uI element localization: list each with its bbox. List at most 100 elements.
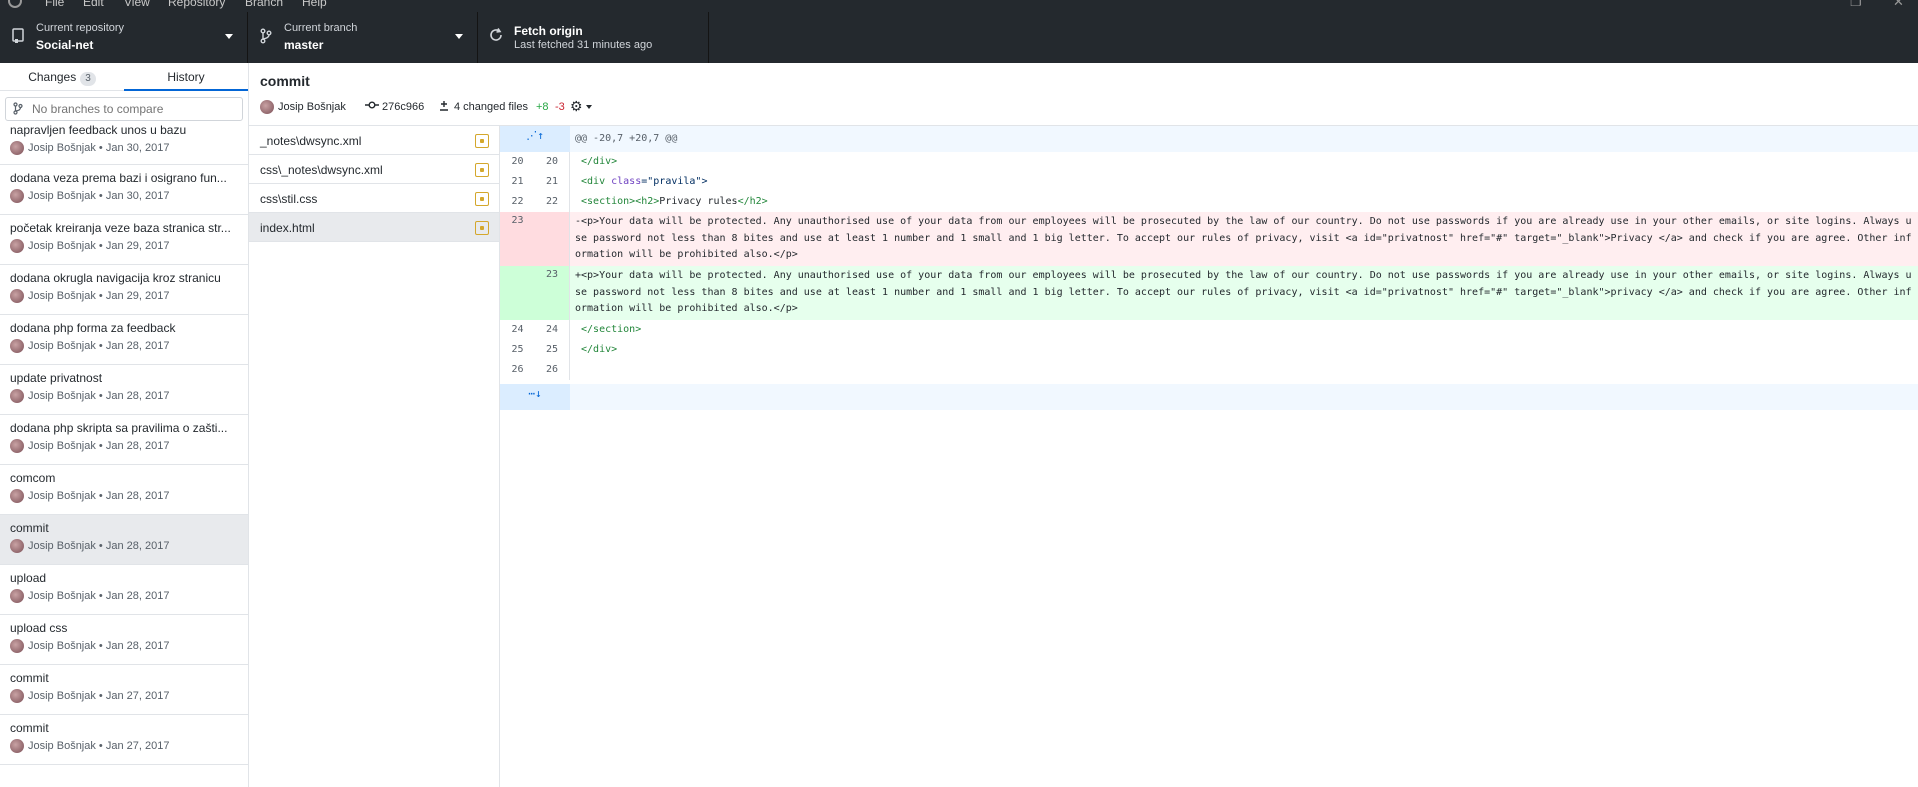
commit-summary: upload css xyxy=(10,621,68,635)
avatar xyxy=(10,141,24,155)
branch-name: master xyxy=(284,38,324,52)
new-line-number: 23 xyxy=(535,266,570,320)
commit-list-item-selected[interactable]: commit Josip Bošnjak • Jan 28, 2017 xyxy=(0,515,248,565)
commit-meta: Josip Bošnjak • Jan 28, 2017 xyxy=(28,390,170,402)
menu-file[interactable]: File xyxy=(45,0,64,9)
branch-compare-field[interactable] xyxy=(5,97,243,121)
diff-code: </section> xyxy=(575,320,1918,340)
tab-history-label: History xyxy=(167,70,205,84)
tab-history[interactable]: History xyxy=(124,63,248,91)
sync-icon xyxy=(488,28,504,46)
menu-help[interactable]: Help xyxy=(302,0,327,9)
git-commit-icon xyxy=(365,100,379,113)
commit-author: Josip Bošnjak xyxy=(278,101,346,113)
file-modified-icon xyxy=(475,134,489,148)
old-line-number: 25 xyxy=(511,344,524,355)
commit-list-item[interactable]: upload Josip Bošnjak • Jan 28, 2017 xyxy=(0,565,248,615)
branch-compare-input[interactable] xyxy=(32,101,232,117)
code-line: -<p>Your data will be protected. Any una… xyxy=(575,216,1912,227)
code-token: Privacy rules xyxy=(659,196,738,207)
commit-list-item[interactable]: update privatnost Josip Bošnjak • Jan 28… xyxy=(0,365,248,415)
diff-context-line: 26 26 xyxy=(500,360,1918,380)
hunk-header-row: ⋰↑ @@ -20,7 +20,7 @@ xyxy=(500,126,1918,152)
commit-list-item[interactable]: commit Josip Bošnjak • Jan 27, 2017 xyxy=(0,715,248,765)
menu-branch[interactable]: Branch xyxy=(245,0,283,9)
current-branch-button[interactable]: Current branch master xyxy=(248,12,478,63)
avatar xyxy=(260,100,274,114)
new-line-number: 26 xyxy=(535,360,570,380)
expand-down-button[interactable]: ⋯↓ xyxy=(500,384,570,410)
commit-meta: Josip Bošnjak • Jan 28, 2017 xyxy=(28,590,170,602)
commit-list-item[interactable]: napravljen feedback unos u bazu Josip Bo… xyxy=(0,123,248,165)
old-line-number: 23 xyxy=(500,212,535,266)
toolbar: Current repository Social-net Current br… xyxy=(0,12,1918,63)
file-list-item[interactable]: css\stil.css xyxy=(249,184,499,213)
fetch-origin-button[interactable]: Fetch origin Last fetched 31 minutes ago xyxy=(478,12,709,63)
expand-down-icon: ⋯↓ xyxy=(528,387,542,400)
commit-list: napravljen feedback unos u bazu Josip Bo… xyxy=(0,123,248,765)
commit-meta: Josip Bošnjak • Jan 29, 2017 xyxy=(28,290,170,302)
chevron-down-icon xyxy=(225,34,233,39)
new-line-number: 21 xyxy=(535,172,570,192)
close-icon[interactable]: ✕ xyxy=(1893,0,1904,10)
diff-code: <div class="pravila"> xyxy=(575,172,1918,192)
commit-summary: update privatnost xyxy=(10,371,103,385)
changed-files-list: _notes\dwsync.xml css\_notes\dwsync.xml … xyxy=(249,126,500,787)
file-list-item-selected[interactable]: index.html xyxy=(249,213,499,242)
diff-context-line: 25 25 </div> xyxy=(500,340,1918,360)
avatar xyxy=(10,539,24,553)
code-token: <section><h2> xyxy=(575,196,660,207)
avatar xyxy=(10,339,24,353)
branch-icon xyxy=(13,102,23,118)
menu-repository[interactable]: Repository xyxy=(168,0,225,9)
avatar xyxy=(10,489,24,503)
commit-list-item[interactable]: upload css Josip Bošnjak • Jan 28, 2017 xyxy=(0,615,248,665)
commit-meta: Josip Bošnjak • Jan 28, 2017 xyxy=(28,340,170,352)
repository-name: Social-net xyxy=(36,38,94,52)
commit-summary: početak kreiranja veze baza stranica str… xyxy=(10,221,231,235)
avatar xyxy=(10,739,24,753)
old-line-number: 20 xyxy=(511,156,524,167)
gear-icon[interactable]: ⚙ xyxy=(570,98,583,115)
current-repository-button[interactable]: Current repository Social-net xyxy=(0,12,248,63)
restore-icon[interactable]: ❐ xyxy=(1850,0,1862,10)
diff-context-line: 21 21 <div class="pravila"> xyxy=(500,172,1918,192)
menu-edit[interactable]: Edit xyxy=(83,0,104,9)
chevron-down-icon xyxy=(455,34,463,39)
commit-list-item[interactable]: početak kreiranja veze baza stranica str… xyxy=(0,215,248,265)
chevron-down-icon[interactable] xyxy=(586,105,592,109)
branch-icon xyxy=(258,28,274,46)
diff-code: </div> xyxy=(575,340,1918,360)
diff-code: -<p>Your data will be protected. Any una… xyxy=(575,212,1918,264)
commit-list-item[interactable]: dodana okrugla navigacija kroz stranicu … xyxy=(0,265,248,315)
expand-up-button[interactable]: ⋰↑ xyxy=(500,126,570,152)
commit-list-item[interactable]: commit Josip Bošnjak • Jan 27, 2017 xyxy=(0,665,248,715)
commit-sha[interactable]: 276c966 xyxy=(382,101,424,113)
avatar xyxy=(10,389,24,403)
diff-icon xyxy=(439,100,449,115)
changes-count-badge: 3 xyxy=(80,72,96,86)
code-token: ="pravila"> xyxy=(641,176,708,187)
commit-summary: dodana okrugla navigacija kroz stranicu xyxy=(10,271,221,285)
menu-view[interactable]: View xyxy=(124,0,150,9)
avatar xyxy=(10,439,24,453)
code-token: class xyxy=(611,176,642,187)
diff-context-line: 24 24 </section> xyxy=(500,320,1918,340)
commit-summary: dodana veza prema bazi i osigrano fun... xyxy=(10,171,227,185)
commit-list-item[interactable]: dodana php forma za feedback Josip Bošnj… xyxy=(0,315,248,365)
commit-list-item[interactable]: comcom Josip Bošnjak • Jan 28, 2017 xyxy=(0,465,248,515)
file-list-item[interactable]: css\_notes\dwsync.xml xyxy=(249,155,499,184)
file-list-item[interactable]: _notes\dwsync.xml xyxy=(249,126,499,155)
commit-summary: commit xyxy=(10,521,49,535)
code-token: </div> xyxy=(575,344,618,355)
commit-list-item[interactable]: dodana php skripta sa pravilima o zašti.… xyxy=(0,415,248,465)
file-modified-icon xyxy=(475,221,489,235)
new-line-number: 20 xyxy=(535,152,570,172)
commit-summary: upload xyxy=(10,571,47,585)
avatar xyxy=(10,289,24,303)
tab-changes[interactable]: Changes 3 xyxy=(0,63,124,91)
avatar xyxy=(10,589,24,603)
commit-meta: Josip Bošnjak • Jan 27, 2017 xyxy=(28,740,170,752)
repository-label: Current repository xyxy=(36,22,125,34)
commit-list-item[interactable]: dodana veza prema bazi i osigrano fun...… xyxy=(0,165,248,215)
